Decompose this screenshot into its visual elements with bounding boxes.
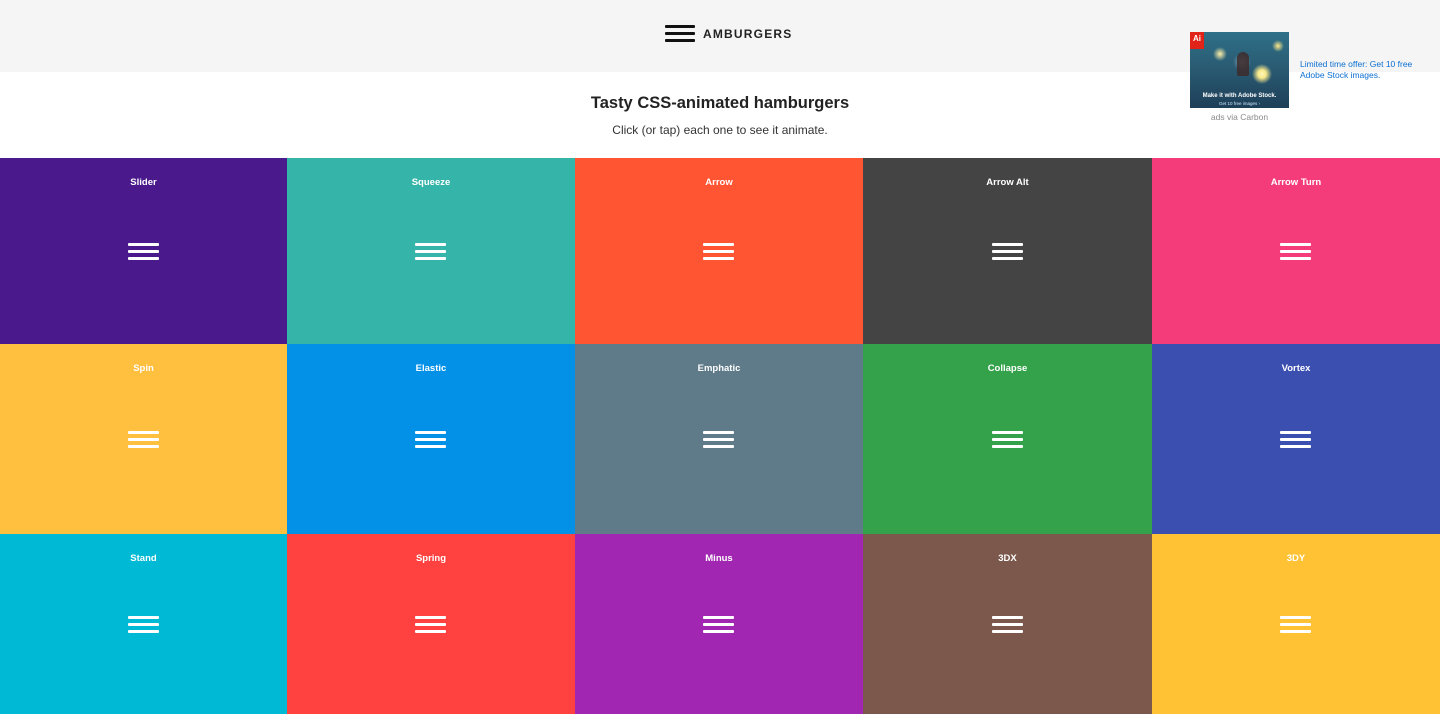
hamburger-icon[interactable] <box>415 616 446 635</box>
hamburger-icon[interactable] <box>991 431 1023 450</box>
tile-label: Arrow Alt <box>986 177 1029 188</box>
hamburger-icon[interactable] <box>127 243 159 262</box>
hamburger-icon[interactable] <box>1280 616 1311 635</box>
carbon-ad: Ai Make it with Adobe Stock. Get 10 free… <box>1190 32 1420 127</box>
tile-label: Elastic <box>415 363 447 374</box>
ad-image-caption: Make it with Adobe Stock. <box>1202 93 1277 99</box>
tile-3dx[interactable]: 3DX <box>863 534 1152 714</box>
hamburger-icon[interactable] <box>415 243 446 262</box>
ad-via-link[interactable]: ads via Carbon <box>1190 112 1289 122</box>
ad-image-subcaption: Get 10 free images › <box>1218 101 1261 106</box>
hamburger-icon[interactable] <box>991 616 1023 635</box>
tile-label: Squeeze <box>411 177 451 188</box>
tile-label: 3DY <box>1286 553 1306 564</box>
hamburger-icon[interactable] <box>991 243 1023 262</box>
tile-label: Collapse <box>987 363 1028 374</box>
hamburger-icon[interactable] <box>703 243 734 262</box>
ad-text-link[interactable]: Limited time offer: Get 10 free Adobe St… <box>1300 59 1418 81</box>
hamburger-icon[interactable] <box>127 616 159 635</box>
hamburger-icon[interactable] <box>127 431 159 450</box>
tile-spin[interactable]: Spin <box>0 344 287 534</box>
tile-label: Arrow Turn <box>1270 177 1322 188</box>
tile-squeeze[interactable]: Squeeze <box>287 158 575 344</box>
hamburger-icon <box>665 24 695 44</box>
ad-figure-icon <box>1237 52 1249 76</box>
site-logo-text: AMBURGERS <box>703 27 793 41</box>
adobe-logo-icon: Ai <box>1190 32 1204 49</box>
tile-arrow-turn[interactable]: Arrow Turn <box>1152 158 1440 344</box>
tile-3dy[interactable]: 3DY <box>1152 534 1440 714</box>
tile-minus[interactable]: Minus <box>575 534 863 714</box>
hamburger-icon[interactable] <box>703 616 734 635</box>
tile-label: Vortex <box>1281 363 1311 374</box>
tile-emphatic[interactable]: Emphatic <box>575 344 863 534</box>
tile-label: Arrow <box>705 177 733 188</box>
hamburger-icon[interactable] <box>1280 431 1311 450</box>
hamburger-grid: Slider Squeeze Arrow Arrow Alt Arrow Tur… <box>0 158 1440 714</box>
tile-label: Spin <box>133 363 154 374</box>
tile-collapse[interactable]: Collapse <box>863 344 1152 534</box>
tile-label: Slider <box>130 177 157 188</box>
tile-label: Stand <box>130 553 157 564</box>
hamburger-icon[interactable] <box>703 431 734 450</box>
tile-label: Emphatic <box>697 363 741 374</box>
tile-spring[interactable]: Spring <box>287 534 575 714</box>
tile-arrow-alt[interactable]: Arrow Alt <box>863 158 1152 344</box>
page: AMBURGERS Tasty CSS-animated hamburgers … <box>0 0 1440 714</box>
tile-label: Spring <box>415 553 447 564</box>
site-logo-link[interactable]: AMBURGERS <box>665 23 792 45</box>
tile-vortex[interactable]: Vortex <box>1152 344 1440 534</box>
tile-elastic[interactable]: Elastic <box>287 344 575 534</box>
ad-image[interactable]: Ai Make it with Adobe Stock. Get 10 free… <box>1190 32 1289 108</box>
tile-label: 3DX <box>998 553 1017 564</box>
tile-label: Minus <box>705 553 733 564</box>
tile-slider[interactable]: Slider <box>0 158 287 344</box>
hamburger-icon[interactable] <box>1280 243 1311 262</box>
hamburger-icon[interactable] <box>415 431 446 450</box>
tile-stand[interactable]: Stand <box>0 534 287 714</box>
tile-arrow[interactable]: Arrow <box>575 158 863 344</box>
